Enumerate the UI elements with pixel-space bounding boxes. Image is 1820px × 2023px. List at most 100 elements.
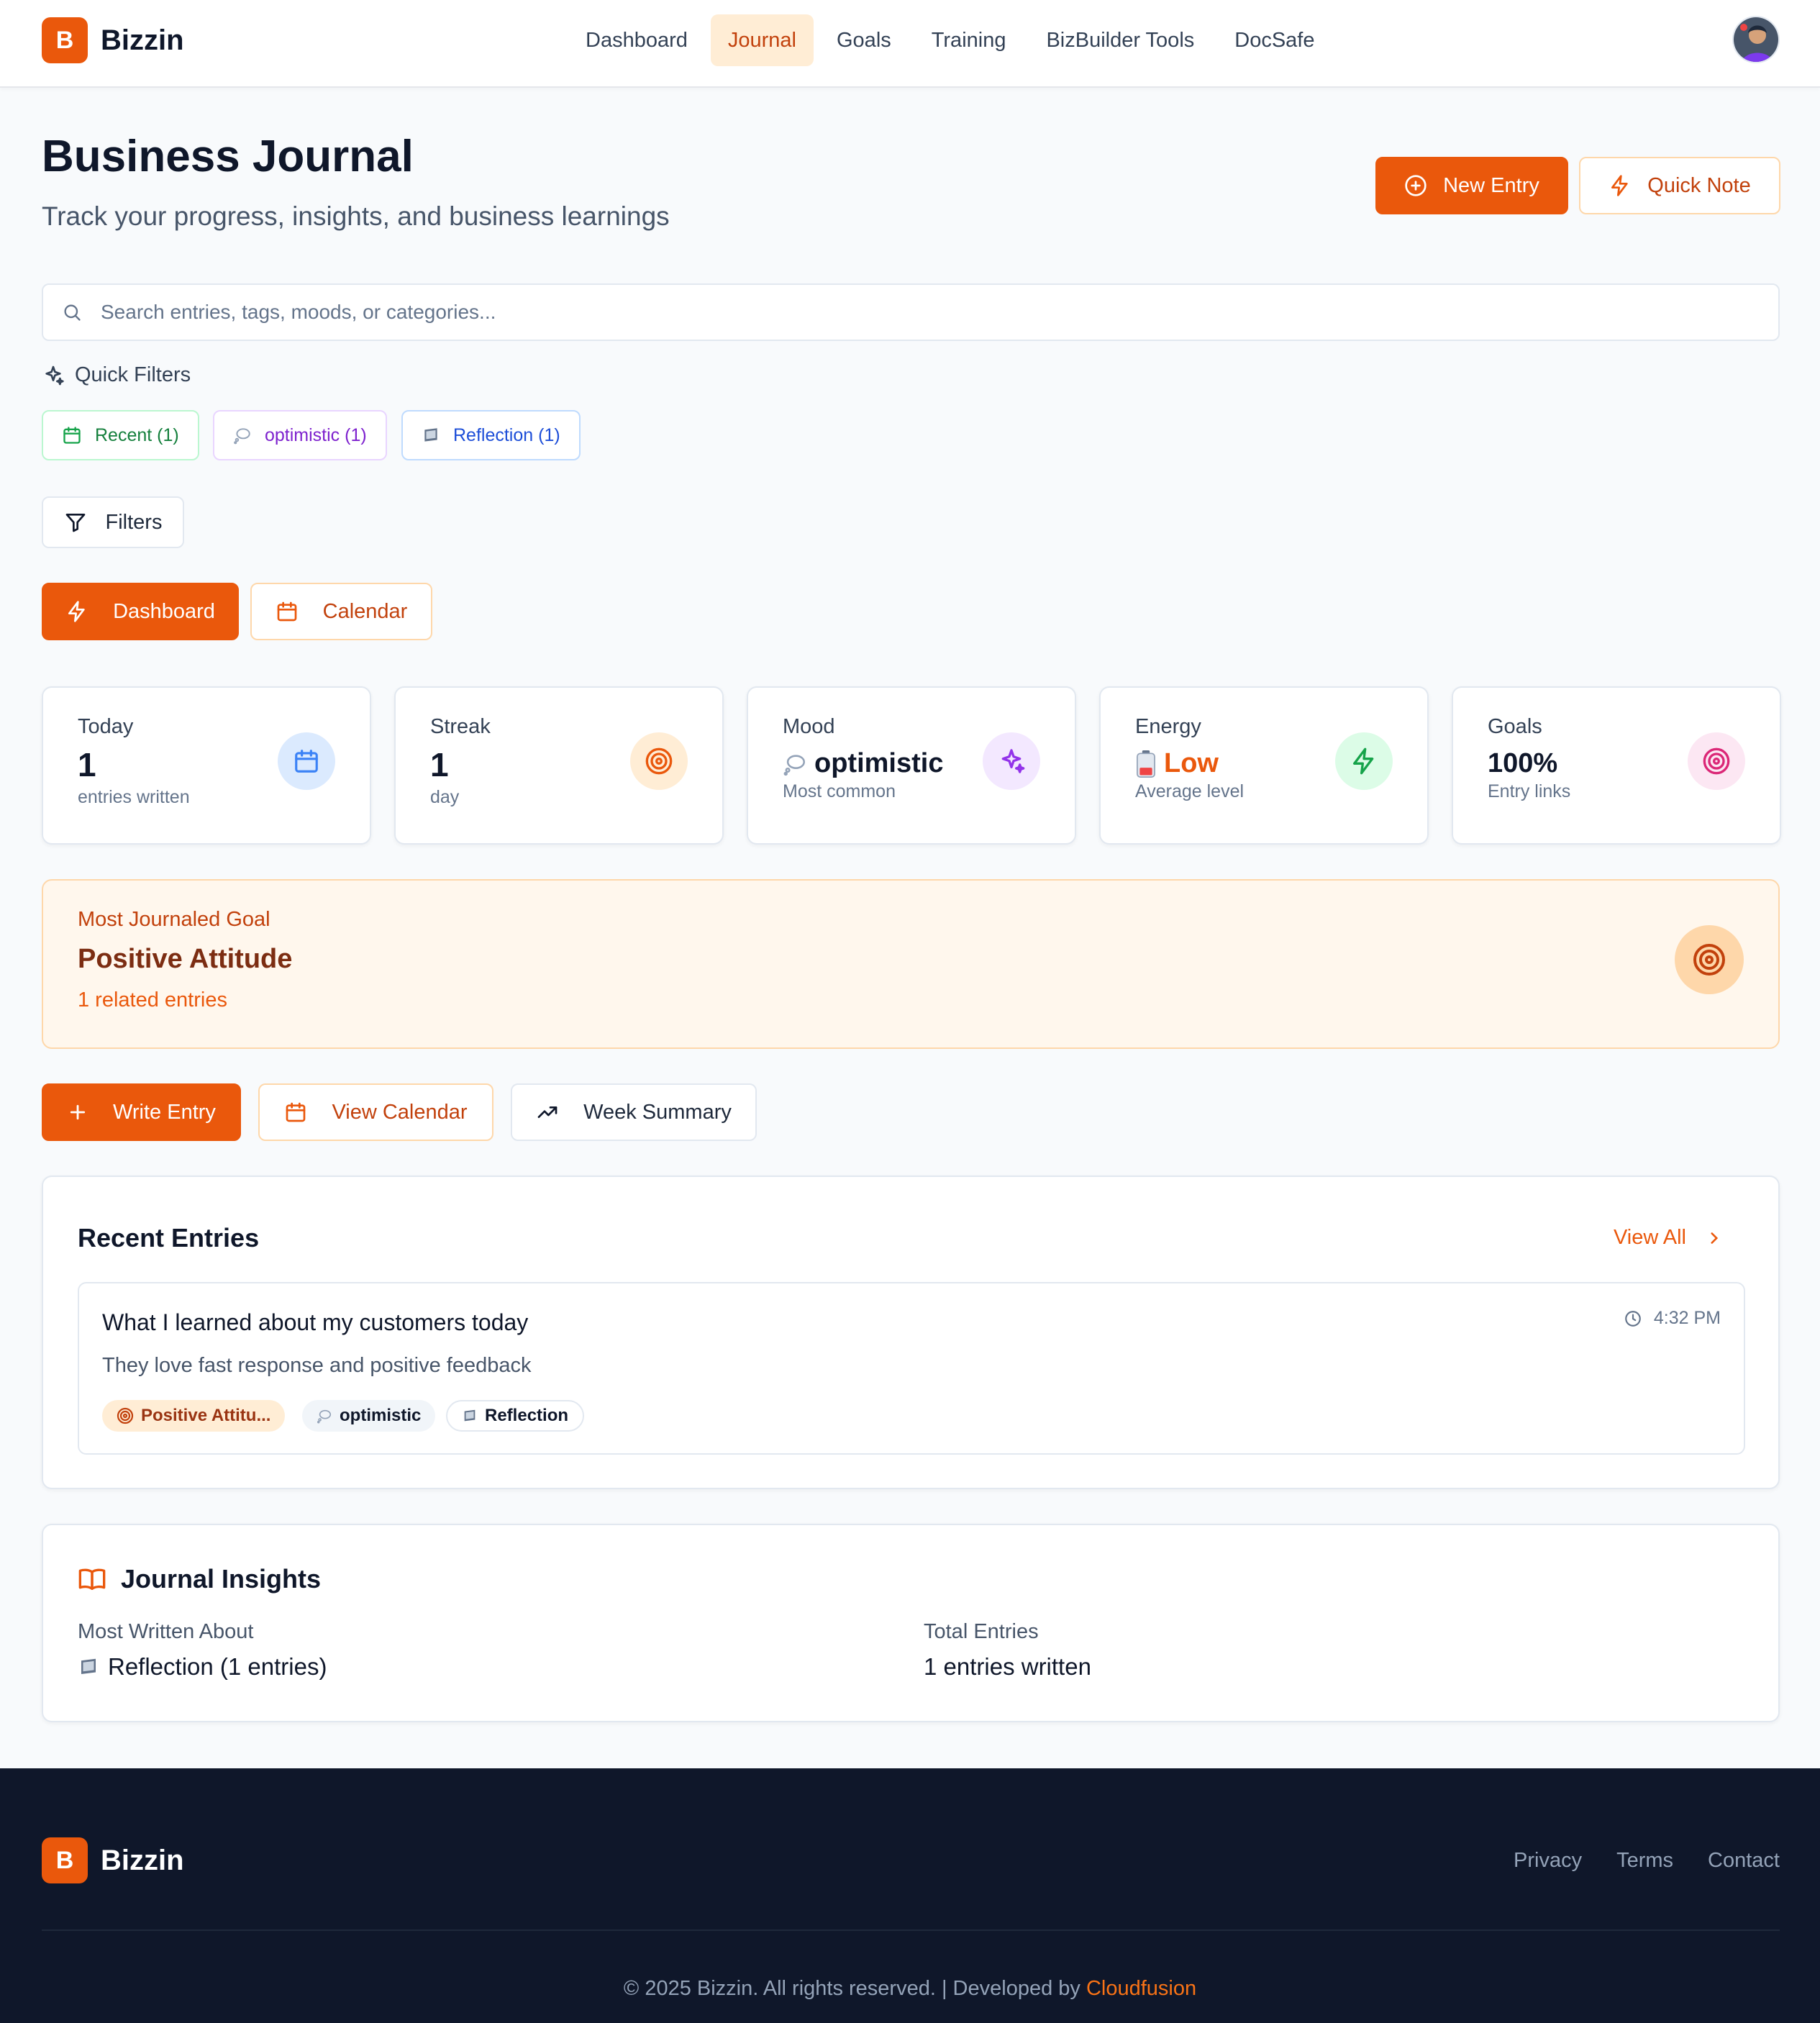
new-entry-button[interactable]: New Entry <box>1375 157 1568 214</box>
search-input[interactable] <box>101 301 1683 324</box>
stat-sub: day <box>430 787 460 807</box>
stat-value: 1 <box>430 746 449 783</box>
thought-bubble-icon <box>783 752 807 776</box>
brand-logo[interactable]: B Bizzin <box>42 17 184 63</box>
search-bar <box>42 283 1780 341</box>
footer-link-contact[interactable]: Contact <box>1708 1849 1780 1873</box>
most-written-label: Most Written About <box>78 1620 254 1643</box>
target-icon <box>117 1407 134 1424</box>
target-icon <box>630 732 688 790</box>
logo-text: Bizzin <box>101 1844 184 1876</box>
main-nav: Dashboard Journal Goals Training BizBuil… <box>568 14 1332 66</box>
filter-chip-reflection[interactable]: Reflection (1) <box>401 410 581 460</box>
dashboard-view-button[interactable]: Dashboard <box>42 583 239 640</box>
plus-icon <box>67 1101 88 1123</box>
footer-divider <box>42 1929 1780 1931</box>
stat-value: 1 <box>78 746 96 783</box>
entry-category-tag[interactable]: Reflection <box>446 1400 585 1432</box>
stat-sub: entries written <box>78 787 190 807</box>
nav-item-journal[interactable]: Journal <box>710 14 814 66</box>
footer-link-privacy[interactable]: Privacy <box>1514 1849 1582 1873</box>
entry-mood-tag[interactable]: optimistic <box>302 1400 436 1432</box>
filter-chip-label: Recent (1) <box>95 424 179 445</box>
developer-link[interactable]: Cloudfusion <box>1086 1977 1196 2000</box>
view-calendar-label: View Calendar <box>332 1100 468 1124</box>
thought-bubble-icon <box>233 426 252 445</box>
calendar-icon <box>284 1101 307 1124</box>
target-icon <box>1688 732 1745 790</box>
notebook-icon <box>78 1656 99 1678</box>
chevron-right-icon <box>1705 1229 1724 1247</box>
goal-card-title: Positive Attitude <box>78 944 293 974</box>
insights-heading: Journal Insights <box>78 1564 321 1594</box>
quick-filters-label: Quick Filters <box>75 363 191 386</box>
calendar-icon <box>62 425 82 445</box>
entry-mood-tag-label: optimistic <box>340 1406 422 1425</box>
stat-value: Low <box>1164 748 1219 778</box>
footer-copyright: © 2025 Bizzin. All rights reserved. | De… <box>0 1977 1820 2001</box>
quick-note-button[interactable]: Quick Note <box>1579 157 1780 214</box>
lightning-icon <box>1335 732 1393 790</box>
notebook-icon <box>462 1408 478 1424</box>
goal-card-label: Most Journaled Goal <box>78 908 270 931</box>
most-written-value-row: Reflection (1 entries) <box>78 1653 327 1681</box>
stat-label: Streak <box>430 715 491 738</box>
most-written-value: Reflection (1 entries) <box>108 1653 327 1680</box>
target-icon <box>1675 925 1744 994</box>
stat-card-mood: Mood optimistic Most common <box>747 686 1076 845</box>
lightning-icon <box>1609 174 1632 197</box>
nav-item-training[interactable]: Training <box>914 14 1024 66</box>
low-battery-icon <box>1135 750 1157 778</box>
nav-item-bizbuilder-tools[interactable]: BizBuilder Tools <box>1029 14 1211 66</box>
filters-label: Filters <box>105 510 163 534</box>
calendar-icon <box>278 732 335 790</box>
footer-logo[interactable]: B Bizzin <box>42 1837 184 1883</box>
calendar-icon <box>276 600 299 623</box>
stat-value: optimistic <box>814 748 944 778</box>
thought-bubble-icon <box>317 1408 332 1424</box>
week-summary-button[interactable]: Week Summary <box>511 1083 757 1141</box>
stat-label: Goals <box>1488 715 1542 738</box>
logo-mark: B <box>42 1837 88 1883</box>
total-entries-label: Total Entries <box>924 1620 1039 1643</box>
stat-sub: Most common <box>783 781 896 801</box>
goal-card-sub: 1 related entries <box>78 988 227 1011</box>
view-calendar-button[interactable]: View Calendar <box>258 1083 493 1141</box>
filter-funnel-icon <box>64 511 87 534</box>
journal-insights-panel: Journal Insights Most Written About Refl… <box>42 1524 1780 1722</box>
most-journaled-goal-card[interactable]: Most Journaled Goal Positive Attitude 1 … <box>42 879 1780 1049</box>
user-avatar[interactable] <box>1732 16 1780 63</box>
stat-value-row: optimistic <box>783 748 943 779</box>
plus-circle-icon <box>1404 174 1427 197</box>
filter-chip-recent[interactable]: Recent (1) <box>42 410 199 460</box>
open-book-icon <box>78 1565 106 1594</box>
page-title: Business Journal <box>42 132 414 181</box>
stat-value: 100% <box>1488 748 1558 778</box>
stat-value-row: Low <box>1135 748 1219 779</box>
footer-links: Privacy Terms Contact <box>1514 1849 1780 1873</box>
insights-title: Journal Insights <box>121 1564 322 1594</box>
sparkles-icon <box>983 732 1040 790</box>
nav-item-goals[interactable]: Goals <box>819 14 909 66</box>
filter-chip-optimistic[interactable]: optimistic (1) <box>213 410 387 460</box>
new-entry-label: New Entry <box>1443 173 1539 197</box>
top-navbar: B Bizzin Dashboard Journal Goals Trainin… <box>0 0 1820 88</box>
filters-button[interactable]: Filters <box>42 496 184 548</box>
nav-item-docsafe[interactable]: DocSafe <box>1217 14 1332 66</box>
stat-label: Mood <box>783 715 835 738</box>
entry-title: What I learned about my customers today <box>102 1309 529 1335</box>
filter-chip-label: Reflection (1) <box>453 424 560 445</box>
write-entry-button[interactable]: Write Entry <box>42 1083 241 1141</box>
calendar-view-button[interactable]: Calendar <box>250 583 432 640</box>
logo-text: Bizzin <box>101 24 184 56</box>
entry-time: 4:32 PM <box>1624 1308 1721 1329</box>
view-all-link[interactable]: View All <box>1614 1226 1724 1250</box>
journal-entry-card[interactable]: What I learned about my customers today … <box>78 1282 1745 1455</box>
footer-link-terms[interactable]: Terms <box>1616 1849 1673 1873</box>
site-footer: B Bizzin Privacy Terms Contact © 2025 Bi… <box>0 1768 1820 2023</box>
entry-goal-tag[interactable]: Positive Attitu... <box>102 1400 286 1432</box>
quick-note-label: Quick Note <box>1647 173 1751 197</box>
stat-sub: Entry links <box>1488 781 1571 801</box>
nav-item-dashboard[interactable]: Dashboard <box>568 14 705 66</box>
calendar-view-label: Calendar <box>322 599 408 623</box>
